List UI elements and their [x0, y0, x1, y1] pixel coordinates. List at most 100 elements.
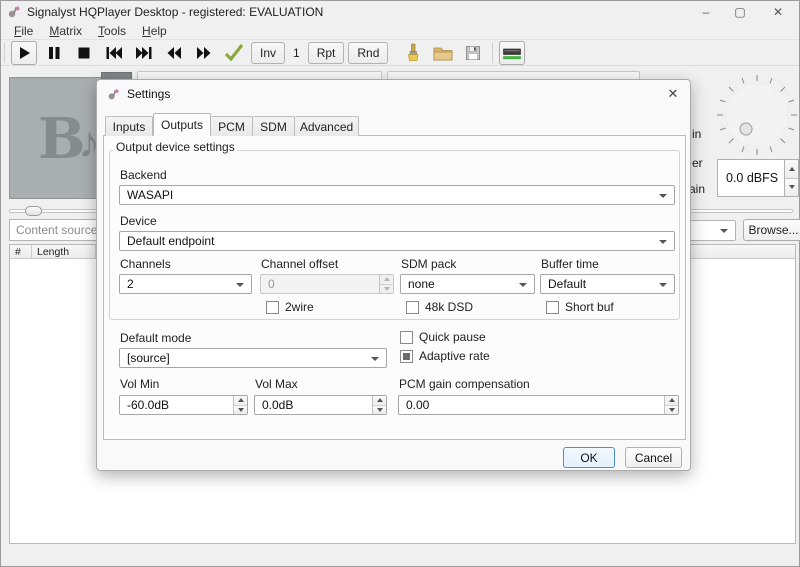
adaptive-rate-label: Adaptive rate [419, 349, 490, 363]
spin-up-icon[interactable] [380, 275, 393, 284]
default-mode-label: Default mode [120, 331, 191, 345]
checkbox-icon [400, 350, 413, 363]
clef-glyph: B [38, 106, 81, 172]
invert-button[interactable]: Inv [251, 42, 285, 64]
spin-buttons[interactable] [664, 396, 678, 414]
dialog-title-bar: Settings [97, 80, 690, 108]
sdm-pack-combo[interactable]: none [400, 274, 535, 294]
48k-dsd-checkbox[interactable]: 48k DSD [406, 300, 473, 314]
checkbox-icon [266, 301, 279, 314]
default-mode-combo[interactable]: [source] [119, 348, 387, 368]
seek-handle[interactable] [25, 206, 42, 216]
spin-down-icon[interactable] [373, 405, 386, 415]
ok-button[interactable]: OK [563, 447, 615, 468]
open-file-button[interactable] [430, 41, 456, 65]
clear-playlist-button[interactable] [400, 41, 426, 65]
device-combo[interactable]: Default endpoint [119, 231, 675, 251]
chevron-down-icon [236, 283, 244, 287]
backend-combo[interactable]: WASAPI [119, 185, 675, 205]
close-button[interactable]: ✕ [761, 1, 795, 23]
repeat-count: 1 [287, 46, 306, 60]
vol-min-label: Vol Min [120, 377, 159, 391]
default-mode-value: [source] [127, 351, 170, 365]
device-value: Default endpoint [127, 234, 214, 248]
skip-forward-icon [134, 44, 154, 62]
2wire-checkbox[interactable]: 2wire [266, 300, 314, 314]
channels-value: 2 [127, 277, 134, 291]
spin-up-icon[interactable] [373, 396, 386, 405]
48k-dsd-label: 48k DSD [425, 300, 473, 314]
vol-min-spinbox[interactable]: -60.0dB [119, 395, 248, 415]
vol-max-label: Vol Max [255, 377, 298, 391]
short-buf-checkbox[interactable]: Short buf [546, 300, 614, 314]
tab-outputs[interactable]: Outputs [153, 113, 211, 136]
clipped-label: in [692, 127, 701, 141]
fast-forward-button[interactable] [191, 41, 217, 65]
apply-check-button[interactable] [221, 41, 247, 65]
menu-file[interactable]: File [6, 23, 41, 39]
group-title: Output device settings [113, 140, 238, 154]
buffer-time-combo[interactable]: Default [540, 274, 675, 294]
save-button[interactable] [460, 41, 486, 65]
volume-level-display[interactable]: 0.0 dBFS [717, 159, 785, 197]
spin-up-icon[interactable] [234, 396, 247, 405]
volume-knob[interactable] [715, 73, 799, 157]
random-button[interactable]: Rnd [348, 42, 388, 64]
spin-up-icon[interactable] [665, 396, 678, 405]
previous-track-button[interactable] [101, 41, 127, 65]
chevron-down-icon [659, 194, 667, 198]
quick-pause-checkbox[interactable]: Quick pause [400, 330, 486, 344]
browse-button[interactable]: Browse... [743, 219, 800, 241]
volume-up-arrow[interactable] [785, 160, 798, 178]
checkbox-icon [400, 331, 413, 344]
spin-down-icon[interactable] [234, 405, 247, 415]
chevron-down-icon [659, 240, 667, 244]
volume-stepper[interactable] [785, 159, 799, 197]
dialog-close-button[interactable]: ✕ [664, 86, 682, 102]
menu-matrix[interactable]: Matrix [41, 23, 90, 39]
play-button[interactable] [11, 41, 37, 65]
tab-inputs[interactable]: Inputs [105, 116, 153, 136]
minimize-button[interactable]: – [689, 1, 723, 23]
backend-value: WASAPI [127, 188, 173, 202]
channels-label: Channels [120, 257, 171, 271]
tab-sdm[interactable]: SDM [253, 116, 295, 136]
rewind-button[interactable] [161, 41, 187, 65]
menu-help[interactable]: Help [134, 23, 175, 39]
adaptive-rate-checkbox[interactable]: Adaptive rate [400, 349, 490, 363]
column-header-length[interactable]: Length [32, 245, 96, 258]
brush-icon [404, 43, 422, 63]
output-device-button[interactable] [499, 41, 525, 65]
rewind-icon [164, 44, 184, 62]
spin-down-icon[interactable] [665, 405, 678, 415]
next-track-button[interactable] [131, 41, 157, 65]
stop-icon [75, 44, 93, 62]
channels-combo[interactable]: 2 [119, 274, 252, 294]
app-icon [7, 5, 21, 19]
menu-bar: File Matrix Tools Help [1, 23, 799, 40]
device-label: Device [120, 214, 157, 228]
maximize-button[interactable]: ▢ [723, 1, 757, 23]
cancel-button[interactable]: Cancel [625, 447, 682, 468]
vol-min-value: -60.0dB [127, 398, 169, 412]
pause-button[interactable] [41, 41, 67, 65]
buffer-time-value: Default [548, 277, 586, 291]
channel-offset-spinbox[interactable]: 0 [260, 274, 394, 294]
vol-max-spinbox[interactable]: 0.0dB [254, 395, 387, 415]
clipped-label: er [692, 156, 703, 170]
column-header-number[interactable]: # [10, 245, 32, 258]
repeat-button[interactable]: Rpt [308, 42, 345, 64]
play-icon [15, 44, 33, 62]
tab-pcm[interactable]: PCM [211, 116, 253, 136]
menu-tools[interactable]: Tools [90, 23, 134, 39]
spin-down-icon[interactable] [380, 284, 393, 294]
tab-advanced[interactable]: Advanced [295, 116, 359, 136]
stop-button[interactable] [71, 41, 97, 65]
volume-down-arrow[interactable] [785, 178, 798, 197]
pcm-gain-spinbox[interactable]: 0.00 [398, 395, 679, 415]
spin-buttons[interactable] [233, 396, 247, 414]
spin-buttons[interactable] [372, 396, 386, 414]
spin-buttons[interactable] [379, 275, 393, 293]
knob-icon [715, 73, 799, 157]
settings-dialog-icon [107, 88, 120, 101]
